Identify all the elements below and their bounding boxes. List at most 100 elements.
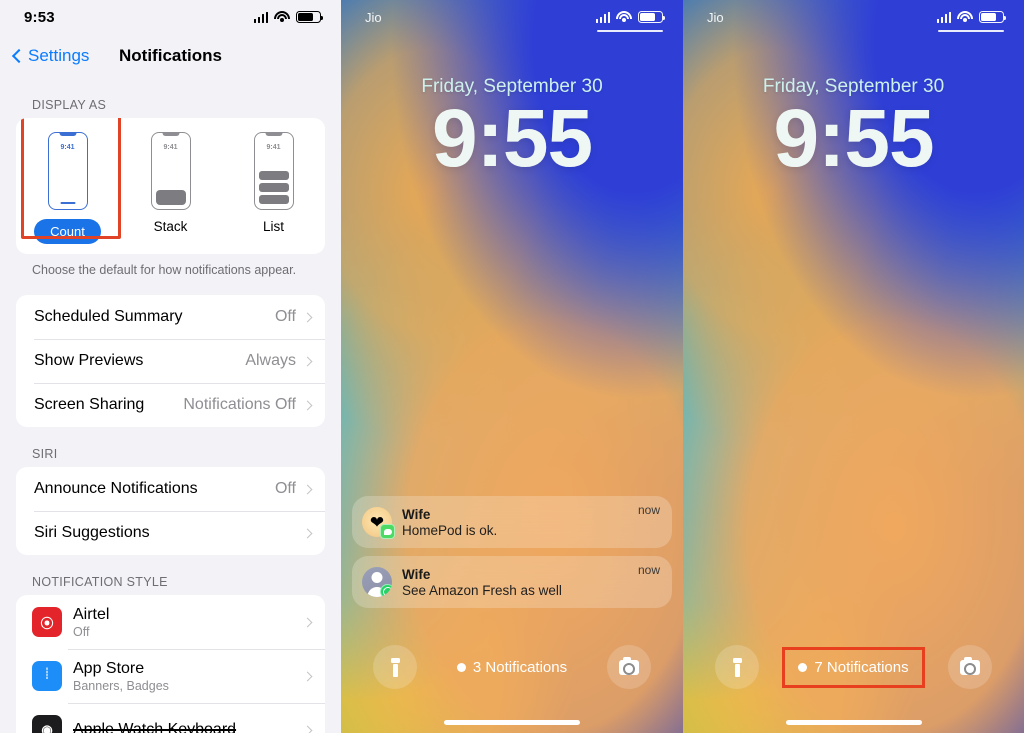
lock-time: 9:55 <box>431 93 593 184</box>
display-option-list[interactable]: 9:41 List <box>222 132 325 244</box>
row-label: Show Previews <box>34 352 144 369</box>
flashlight-icon <box>390 657 400 677</box>
chevron-right-icon <box>302 312 313 322</box>
airtel-app-icon: ⦿ <box>32 607 62 637</box>
home-indicator[interactable] <box>444 720 580 725</box>
settings-panel: 9:53 Settings Notifications DISPLAY AS 9… <box>0 0 341 733</box>
status-underline-shape <box>938 30 1004 32</box>
list-preview-phone-icon: 9:41 <box>253 132 294 210</box>
camera-icon <box>619 656 639 675</box>
row-value: Always <box>245 352 296 369</box>
back-to-settings-button[interactable]: Settings <box>11 46 90 66</box>
wifi-icon <box>957 11 973 23</box>
notification-count-label: 7 Notifications <box>814 658 909 676</box>
general-settings-card: Scheduled Summary Off Show Previews Alwa… <box>16 295 325 427</box>
notification-count-button[interactable]: 3 Notifications <box>456 658 568 676</box>
home-indicator[interactable] <box>785 720 922 725</box>
app-row-app-store[interactable]: 𝄄 App Store Banners, Badges <box>16 649 325 703</box>
notification-title: Wife <box>402 506 431 522</box>
row-show-previews[interactable]: Show Previews Always <box>16 339 325 383</box>
flashlight-icon <box>732 657 742 677</box>
display-option-label-list: List <box>262 219 284 234</box>
carrier-label: Jio <box>707 9 724 25</box>
row-value: Off <box>274 480 296 497</box>
whatsapp-badge-icon <box>380 584 392 597</box>
ios-status-bar: 9:53 <box>0 0 341 34</box>
camera-button[interactable] <box>607 645 651 689</box>
status-bar-time: 9:53 <box>24 8 55 26</box>
app-row-apple-watch-keyboard[interactable]: ◉ Apple Watch Keyboard <box>16 703 325 733</box>
person-avatar-icon <box>362 567 392 597</box>
app-row-airtel[interactable]: ⦿ Airtel Off <box>16 595 325 649</box>
row-screen-sharing[interactable]: Screen Sharing Notifications Off <box>16 383 325 427</box>
lock-bottom-bar: 7 Notifications <box>683 645 1024 689</box>
row-announce-notifications[interactable]: Announce Notifications Off <box>16 467 325 511</box>
notification-timestamp: now <box>637 563 660 577</box>
lock-status-bar: Jio <box>683 0 1024 34</box>
status-underline-shape <box>597 30 663 32</box>
display-as-header: DISPLAY AS <box>32 98 107 112</box>
notification-card[interactable]: Wife See Amazon Fresh as well now <box>352 556 672 608</box>
notch-shape <box>162 132 179 136</box>
stack-bar-shape <box>155 190 186 205</box>
wifi-icon <box>274 11 290 23</box>
notch-shape <box>265 132 282 136</box>
lock-screen-after: Jio Friday, September 30 9:55 7 Notifica… <box>683 0 1024 733</box>
lock-screen-before: Jio Friday, September 30 9:55 ❤ Wife Hom… <box>341 0 683 733</box>
notification-timestamp: now <box>637 503 660 517</box>
cellular-bars-icon <box>595 11 610 23</box>
notification-count-button[interactable]: 7 Notifications <box>782 646 925 688</box>
display-option-stack[interactable]: 9:41 Stack <box>119 132 222 244</box>
app-name: Airtel <box>73 605 110 623</box>
chevron-right-icon <box>302 400 313 410</box>
row-label: Siri Suggestions <box>34 524 150 541</box>
lock-time: 9:55 <box>773 93 934 184</box>
status-bar-icons <box>253 11 324 23</box>
home-indicator-shape <box>60 202 75 204</box>
notification-message: HomePod is ok. <box>402 522 498 538</box>
messages-badge-icon <box>380 524 395 539</box>
screenshot-root: 9:53 Settings Notifications DISPLAY AS 9… <box>0 0 1024 733</box>
wifi-icon <box>616 11 632 23</box>
count-preview-phone-icon: 9:41 <box>47 132 88 210</box>
notification-message: See Amazon Fresh as well <box>402 582 562 598</box>
preview-time-list: 9:41 <box>266 144 281 151</box>
lock-bottom-bar: 3 Notifications <box>341 645 683 689</box>
cellular-bars-icon <box>253 11 268 23</box>
app-name: Apple Watch Keyboard <box>73 721 237 733</box>
chevron-right-icon <box>302 356 313 366</box>
display-option-count[interactable]: 9:41 Count <box>16 132 119 244</box>
preview-time-stack: 9:41 <box>163 144 178 151</box>
app-subtitle: Off <box>73 624 90 639</box>
chevron-right-icon <box>302 671 313 681</box>
display-as-footer: Choose the default for how notifications… <box>32 263 297 277</box>
siri-header: SIRI <box>32 447 58 461</box>
row-scheduled-summary[interactable]: Scheduled Summary Off <box>16 295 325 339</box>
row-label: Scheduled Summary <box>34 308 183 325</box>
battery-icon <box>979 11 1007 23</box>
notification-title: Wife <box>402 566 431 582</box>
row-label: Screen Sharing <box>34 396 145 413</box>
carrier-label: Jio <box>365 9 382 25</box>
notification-style-card: ⦿ Airtel Off 𝄄 App Store Banners, Badges <box>16 595 325 733</box>
app-subtitle: Banners, Badges <box>73 678 169 693</box>
flashlight-button[interactable] <box>373 645 417 689</box>
row-value: Off <box>274 308 296 325</box>
lock-status-bar: Jio <box>341 0 683 34</box>
chevron-left-icon <box>11 48 27 64</box>
notification-count-label: 3 Notifications <box>472 658 568 676</box>
chevron-right-icon <box>302 725 313 733</box>
camera-button[interactable] <box>948 645 992 689</box>
apple-watch-icon: ◉ <box>32 715 62 733</box>
row-siri-suggestions[interactable]: Siri Suggestions <box>16 511 325 555</box>
back-button-label: Settings <box>28 46 90 65</box>
camera-icon <box>960 656 980 675</box>
chevron-right-icon <box>302 528 313 538</box>
heart-avatar-icon: ❤ <box>362 507 395 539</box>
stack-preview-phone-icon: 9:41 <box>150 132 191 210</box>
app-store-icon: 𝄄 <box>32 661 62 691</box>
app-name: App Store <box>73 659 145 677</box>
flashlight-button[interactable] <box>715 645 759 689</box>
siri-card: Announce Notifications Off Siri Suggesti… <box>16 467 325 555</box>
notification-card[interactable]: ❤ Wife HomePod is ok. now <box>352 496 672 548</box>
